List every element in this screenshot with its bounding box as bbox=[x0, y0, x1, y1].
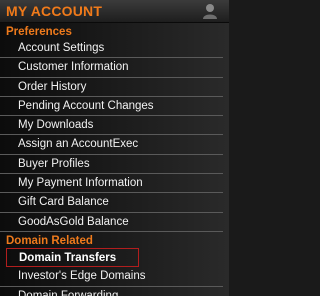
menu-item-pending-account-changes[interactable]: Pending Account Changes bbox=[0, 97, 223, 117]
panel-title: MY ACCOUNT bbox=[6, 3, 103, 19]
panel-header: MY ACCOUNT bbox=[0, 0, 229, 23]
menu-item-domain-forwarding[interactable]: Domain Forwarding bbox=[0, 287, 223, 296]
section-label-domain-related: Domain Related bbox=[6, 234, 93, 247]
menu-item-buyer-profiles[interactable]: Buyer Profiles bbox=[0, 155, 223, 175]
menu-item-investors-edge-domains[interactable]: Investor's Edge Domains bbox=[0, 267, 223, 287]
menu-item-order-history[interactable]: Order History bbox=[0, 78, 223, 97]
menu-item-my-payment-information[interactable]: My Payment Information bbox=[0, 174, 223, 194]
menu-item-gift-card-balance[interactable]: Gift Card Balance bbox=[0, 193, 223, 213]
my-account-panel: MY ACCOUNT Preferences Account Settings … bbox=[0, 0, 229, 296]
menu-item-assign-accountexec[interactable]: Assign an AccountExec bbox=[0, 135, 223, 155]
menu-item-customer-information[interactable]: Customer Information bbox=[0, 58, 223, 78]
menu-item-goodasgold-balance[interactable]: GoodAsGold Balance bbox=[0, 213, 223, 232]
preferences-menu: Account Settings Customer Information Or… bbox=[0, 39, 229, 232]
section-label-preferences: Preferences bbox=[6, 26, 72, 38]
menu-item-account-settings[interactable]: Account Settings bbox=[0, 39, 223, 59]
menu-item-domain-transfers[interactable]: Domain Transfers bbox=[6, 247, 139, 268]
user-icon[interactable] bbox=[201, 2, 219, 20]
domain-related-menu: Domain Transfers Investor's Edge Domains… bbox=[0, 247, 229, 296]
menu-item-my-downloads[interactable]: My Downloads bbox=[0, 116, 223, 136]
